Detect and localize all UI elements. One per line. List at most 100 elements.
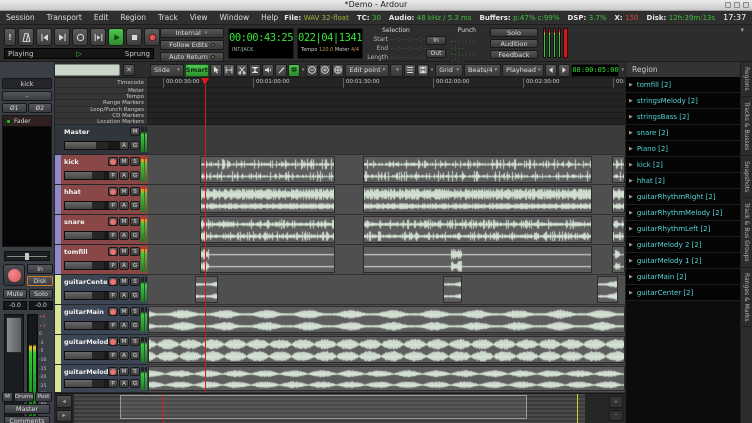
track-gain-fader[interactable] [64,261,114,270]
strip-input-button[interactable]: - [2,91,52,101]
disclosure-triangle-icon[interactable]: ▶ [629,210,633,216]
menu-edit[interactable]: Edit [88,11,115,24]
menu-window[interactable]: Window [214,11,256,24]
region-list-item[interactable]: ▶guitarCenter [2] [626,285,740,301]
region-list-item[interactable]: ▶guitarRhythmMelody [2] [626,205,740,221]
output-button[interactable]: Master [4,404,50,414]
tab-regions[interactable]: Regions [741,62,752,97]
goto-end-button[interactable] [54,28,70,46]
track-lane[interactable] [148,185,625,215]
track-playlist-button[interactable]: P [108,201,118,210]
group-button[interactable]: Drums [14,392,34,402]
track-playlist-button[interactable]: P [108,261,118,270]
nudge-backward-button[interactable] [545,64,557,77]
draw-tool-button[interactable] [275,64,287,77]
play-button[interactable] [108,28,124,46]
audio-region[interactable] [148,336,625,363]
audio-region[interactable] [200,156,335,183]
track-mute-button[interactable]: M [119,367,129,376]
region-list-item[interactable]: ▶stringsBass [2] [626,109,740,125]
metronome-button[interactable] [18,28,34,46]
menu-view[interactable]: View [184,11,214,24]
audio-region[interactable] [443,276,462,303]
edit-point-combo[interactable]: Playhead▾ [502,64,544,77]
track-group-button[interactable]: G [130,291,140,300]
fader-processor-row[interactable]: Fader [3,116,51,127]
scroll-left-button[interactable]: ◂ [56,395,72,408]
metering-button[interactable]: M [2,392,13,402]
region-list-item[interactable]: ▶stringsMelody [2] [626,93,740,109]
track-automation-button[interactable]: A [119,261,129,270]
pan-handle[interactable] [25,253,29,260]
goto-start-button[interactable] [36,28,52,46]
track-gain-fader[interactable] [64,201,114,210]
region-list-item[interactable]: ▶guitarMain [2] [626,269,740,285]
track-name-label[interactable]: hhat [64,188,81,196]
audio-region[interactable] [200,216,335,243]
tab-snapshots[interactable]: Snapshots [741,156,752,198]
fader-knob[interactable] [92,232,104,239]
peak-display[interactable]: -0.0 [29,301,53,310]
summary-zoom-in-button[interactable]: + [609,396,623,408]
audition-tool-button[interactable] [262,64,274,77]
track-header[interactable]: guitarMainMSPAG [55,305,148,335]
track-group-button[interactable]: G [130,231,140,240]
track-name-label[interactable]: Master [64,128,89,136]
track-solo-button[interactable]: S [130,247,140,256]
follow-edits-button[interactable]: Follow Edits [160,40,224,50]
track-solo-button[interactable]: S [130,187,140,196]
track-record-enable-button[interactable] [108,337,118,346]
region-list-item[interactable]: ▶hhat [2] [626,173,740,189]
menu-transport[interactable]: Transport [41,11,88,24]
playhead[interactable] [205,85,206,393]
play-selection-button[interactable] [90,28,106,46]
strip-close-button[interactable]: ✕ [123,64,135,76]
fader-knob[interactable] [92,352,104,359]
window-titlebar[interactable]: *Demo - Ardour [0,0,752,11]
audio-region[interactable] [612,156,625,183]
disclosure-triangle-icon[interactable]: ▶ [629,242,633,248]
maximize-icon[interactable] [734,2,740,8]
track-group-button[interactable]: G [130,141,140,150]
menu-session[interactable]: Session [0,11,41,24]
region-list-item[interactable]: ▶guitarRhythmLeft [2] [626,221,740,237]
stop-button[interactable] [126,28,142,46]
audio-region[interactable] [200,246,335,273]
track-automation-button[interactable]: A [119,231,129,240]
track-lane[interactable] [148,125,625,155]
track-automation-button[interactable]: A [119,321,129,330]
track-mute-button[interactable]: M [119,307,129,316]
track-solo-button[interactable]: S [130,337,140,346]
monitor-disk-button[interactable]: Disk [27,276,53,286]
audio-region[interactable] [195,276,218,303]
track-automation-button[interactable]: A [119,141,129,150]
solo-button-strip[interactable]: Solo [29,289,53,299]
disclosure-triangle-icon[interactable]: ▶ [629,146,633,152]
track-solo-button[interactable]: S [130,307,140,316]
disclosure-triangle-icon[interactable]: ▶ [629,258,633,264]
disclosure-triangle-icon[interactable]: ▶ [629,274,633,280]
marker-combo[interactable]: ▾ [390,64,403,77]
disclosure-triangle-icon[interactable]: ▶ [629,178,633,184]
fader-knob[interactable] [92,322,104,329]
track-mute-button[interactable]: M [119,157,129,166]
grab-tool-button[interactable] [210,64,222,77]
punch-in-button[interactable]: In [426,36,446,45]
shuttle-control[interactable]: Playing ▷ Sprung [4,48,154,59]
track-solo-button[interactable]: S [130,277,140,286]
fader-knob[interactable] [92,262,104,269]
gain-display[interactable]: -0.0 [3,301,27,310]
track-solo-button[interactable]: S [130,367,140,376]
region-list-item[interactable]: ▶guitarRhythmRight [2] [626,189,740,205]
menu-region[interactable]: Region [114,11,152,24]
track-gain-fader[interactable] [64,171,114,180]
audio-region[interactable] [363,186,592,213]
record-enable-button[interactable] [3,264,25,286]
group-strip-drums[interactable] [55,185,61,214]
solo-button[interactable]: Solo [490,28,538,37]
feedback-button[interactable]: Feedback [490,50,538,59]
processor-box[interactable]: Fader [2,115,52,247]
group-strip-guitars[interactable] [55,365,61,392]
track-automation-button[interactable]: A [119,291,129,300]
summary-zoom-out-button[interactable]: − [609,410,623,422]
